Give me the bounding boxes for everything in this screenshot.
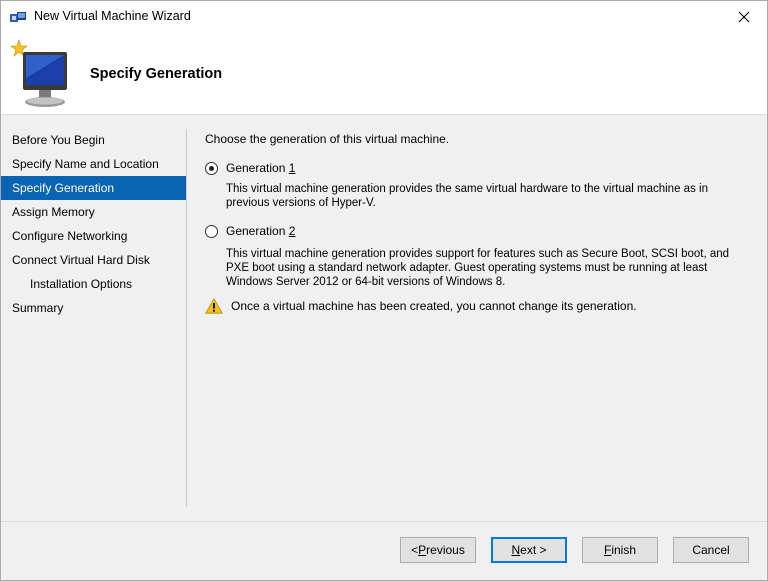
window-title: New Virtual Machine Wizard: [34, 9, 191, 23]
nav-item-before-you-begin[interactable]: Before You Begin: [1, 128, 187, 152]
next-button[interactable]: Next >: [491, 537, 567, 563]
generation-2-label[interactable]: Generation 2: [226, 224, 295, 238]
generation-2-description: This virtual machine generation provides…: [226, 248, 730, 288]
wizard-header: Specify Generation: [1, 32, 767, 115]
generation-1-option[interactable]: Generation 1: [205, 161, 295, 175]
generation-2-option[interactable]: Generation 2: [205, 224, 295, 238]
hyper-v-icon: [10, 12, 26, 22]
warning-text: Once a virtual machine has been created,…: [231, 299, 637, 313]
generation-1-radio[interactable]: [205, 161, 218, 175]
nav-item-specify-generation[interactable]: Specify Generation: [1, 176, 187, 200]
nav-item-connect-virtual-hard-disk[interactable]: Connect Virtual Hard Disk: [1, 248, 187, 272]
new-vm-monitor-icon: [10, 39, 67, 107]
generation-1-label[interactable]: Generation 1: [226, 161, 295, 175]
generation-warning: Once a virtual machine has been created,…: [205, 298, 637, 314]
wizard-steps-nav: Before You Begin Specify Name and Locati…: [1, 128, 187, 320]
wizard-window: New Virtual Machine Wizard Specify Gener…: [0, 0, 768, 581]
nav-divider: [186, 129, 187, 507]
title-bar: New Virtual Machine Wizard: [1, 1, 767, 32]
generation-1-description: This virtual machine generation provides…: [226, 183, 708, 209]
intro-text: Choose the generation of this virtual ma…: [205, 132, 450, 146]
warning-icon: [205, 298, 223, 314]
page-title: Specify Generation: [90, 66, 223, 82]
close-button[interactable]: [721, 1, 767, 32]
generation-2-radio[interactable]: [205, 224, 218, 238]
nav-item-summary[interactable]: Summary: [1, 296, 187, 320]
footer-divider: [1, 521, 767, 522]
close-icon: [738, 11, 750, 22]
cancel-button[interactable]: Cancel: [673, 537, 749, 563]
nav-item-configure-networking[interactable]: Configure Networking: [1, 224, 187, 248]
nav-item-specify-name-and-location[interactable]: Specify Name and Location: [1, 152, 187, 176]
nav-item-installation-options[interactable]: Installation Options: [1, 272, 187, 296]
nav-item-assign-memory[interactable]: Assign Memory: [1, 200, 187, 224]
finish-button[interactable]: Finish: [582, 537, 658, 563]
previous-button[interactable]: < Previous: [400, 537, 476, 563]
